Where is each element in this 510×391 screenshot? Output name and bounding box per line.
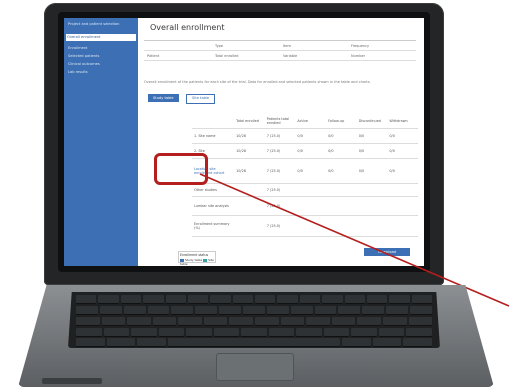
- laptop-keyboard: [68, 292, 440, 348]
- key-row: [76, 328, 432, 337]
- key-row: [76, 295, 432, 304]
- laptop-ports: [42, 378, 102, 384]
- key-row: [76, 338, 433, 347]
- key-row: [76, 317, 433, 326]
- key-row: [76, 306, 432, 315]
- touchpad[interactable]: [216, 353, 294, 381]
